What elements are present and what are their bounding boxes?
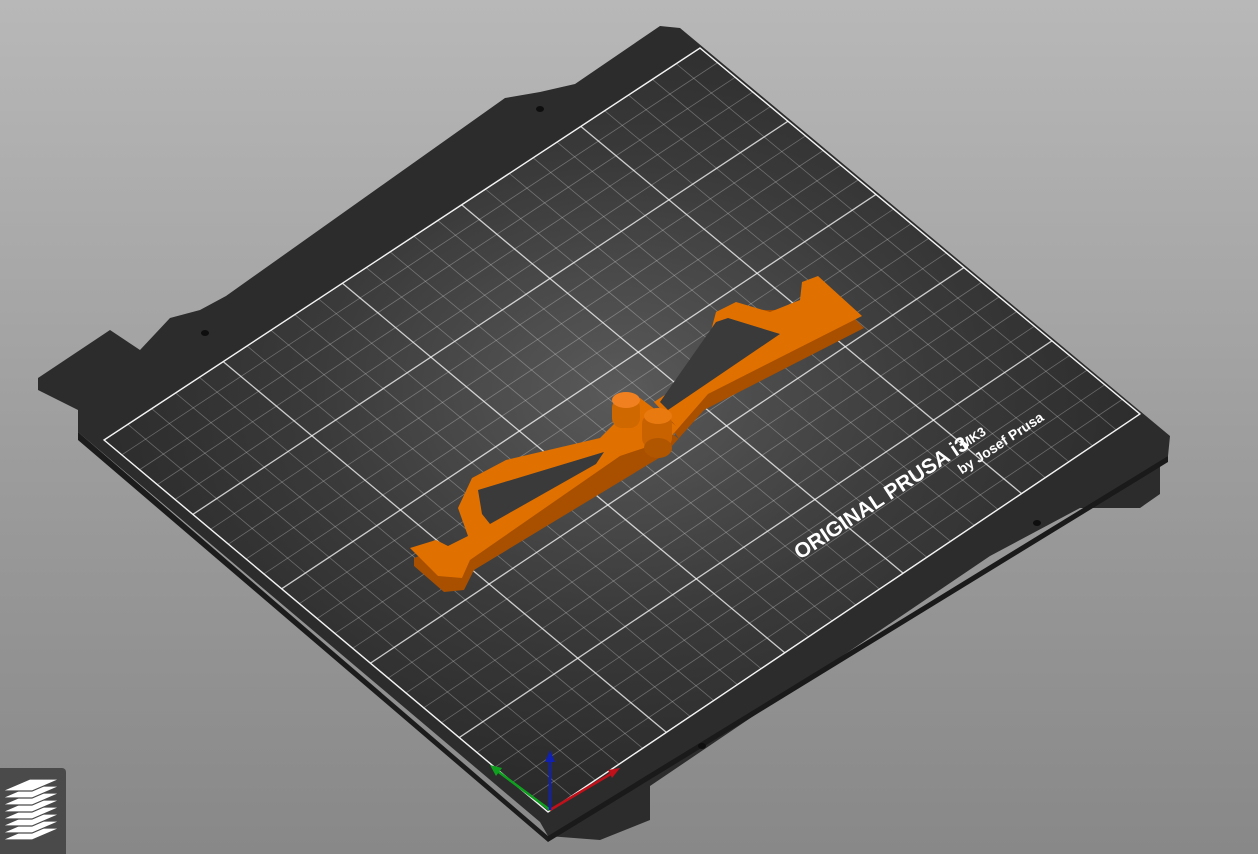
bed-hole [1033, 520, 1041, 526]
scene-canvas[interactable]: ORIGINAL PRUSA i3 MK3 by Josef Prusa [0, 0, 1258, 854]
layers-icon [1, 778, 61, 841]
bed-hole [698, 743, 706, 749]
bed-hole [536, 106, 544, 112]
3d-viewport[interactable]: ORIGINAL PRUSA i3 MK3 by Josef Prusa [0, 0, 1258, 854]
layers-view-button[interactable] [0, 768, 66, 854]
bed-hole [201, 330, 209, 336]
